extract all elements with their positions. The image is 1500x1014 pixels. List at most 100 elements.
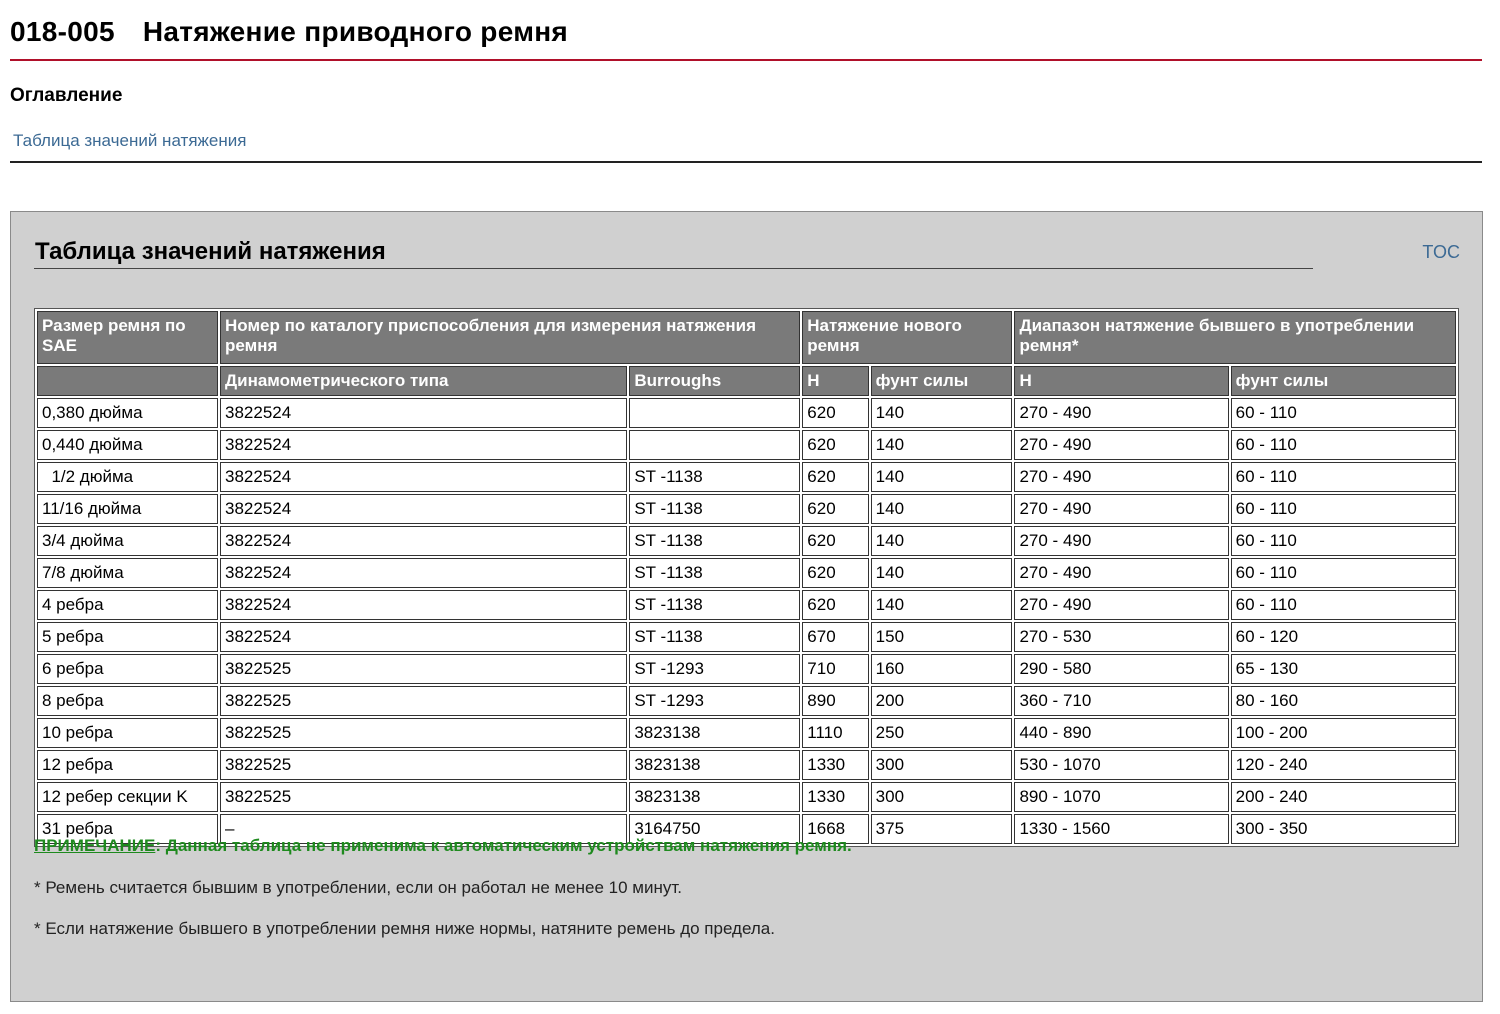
subheader-burroughs: Burroughs <box>629 366 801 396</box>
cell-used-lbf: 65 - 130 <box>1230 654 1456 684</box>
cell-used-newtons: 270 - 530 <box>1014 622 1229 652</box>
tension-table: Размер ремня по SAE Номер по каталогу пр… <box>34 308 1459 847</box>
cell-used-newtons: 270 - 490 <box>1014 430 1229 460</box>
cell-new-lbf: 200 <box>870 686 1013 716</box>
cell-used-newtons: 530 - 1070 <box>1014 750 1229 780</box>
cell-used-newtons: 1330 - 1560 <box>1014 814 1229 844</box>
cell-used-newtons: 270 - 490 <box>1014 494 1229 524</box>
table-subheader-row: Динамометрического типа Burroughs Н фунт… <box>37 366 1456 396</box>
cell-burroughs <box>629 398 801 428</box>
cell-new-newtons: 670 <box>802 622 869 652</box>
cell-used-lbf: 60 - 110 <box>1230 526 1456 556</box>
table-header-row: Размер ремня по SAE Номер по каталогу пр… <box>37 311 1456 364</box>
cell-belt-size: 3/4 дюйма <box>37 526 219 556</box>
cell-belt-size: 4 ребра <box>37 590 219 620</box>
cell-burroughs: ST -1138 <box>629 622 801 652</box>
cell-belt-size: 0,440 дюйма <box>37 430 219 460</box>
cell-belt-size: 8 ребра <box>37 686 219 716</box>
cell-new-newtons: 620 <box>802 398 869 428</box>
footnote-tension-adjust: * Если натяжение бывшего в употреблении … <box>34 919 775 938</box>
cell-belt-size: 10 ребра <box>37 718 219 748</box>
cell-new-lbf: 160 <box>870 654 1013 684</box>
cell-burroughs: ST -1293 <box>629 654 801 684</box>
table-row: 12 ребра 3822525 3823138 1330 300 530 - 1070 1… <box>37 750 1456 780</box>
cell-belt-size: 1/2 дюйма <box>37 462 219 492</box>
cell-used-lbf: 200 - 240 <box>1230 782 1456 812</box>
cell-used-lbf: 60 - 120 <box>1230 622 1456 652</box>
cell-used-newtons: 270 - 490 <box>1014 398 1229 428</box>
cell-used-lbf: 80 - 160 <box>1230 686 1456 716</box>
cell-new-lbf: 140 <box>870 398 1013 428</box>
document-code: 018-005 <box>10 16 115 47</box>
header-catalog-number: Номер по каталогу приспособления для изм… <box>220 311 801 364</box>
toc-heading: Оглавление <box>10 85 123 106</box>
table-row: 1/2 дюйма 3822524 ST -1138 620 140 270 - 490 6… <box>37 462 1456 492</box>
cell-dynamometric: 3822524 <box>220 526 628 556</box>
cell-burroughs: 3823138 <box>629 750 801 780</box>
cell-new-newtons: 620 <box>802 526 869 556</box>
header-used-belt-range: Диапазон натяжение бывшего в употреблени… <box>1014 311 1456 364</box>
toc-divider <box>10 161 1482 163</box>
cell-dynamometric: 3822525 <box>220 686 628 716</box>
table-row: 4 ребра 3822524 ST -1138 620 140 270 - 490 60 … <box>37 590 1456 620</box>
cell-new-newtons: 620 <box>802 590 869 620</box>
page-title: 018-005 Натяжение приводного ремня <box>10 16 568 48</box>
cell-dynamometric: 3822524 <box>220 462 628 492</box>
footnote-used-definition: * Ремень считается бывшим в употреблении… <box>34 878 683 897</box>
content-panel: Таблица значений натяжения TOC Размер ре… <box>10 211 1483 1002</box>
cell-new-newtons: 620 <box>802 430 869 460</box>
cell-burroughs: 3823138 <box>629 718 801 748</box>
section-divider <box>34 268 1313 269</box>
cell-burroughs: ST -1138 <box>629 558 801 588</box>
cell-belt-size: 12 ребра <box>37 750 219 780</box>
table-row: 11/16 дюйма 3822524 ST -1138 620 140 270 - 49… <box>37 494 1456 524</box>
cell-new-newtons: 620 <box>802 462 869 492</box>
cell-used-newtons: 270 - 490 <box>1014 558 1229 588</box>
table-row: 7/8 дюйма 3822524 ST -1138 620 140 270 - 490 6… <box>37 558 1456 588</box>
header-belt-size: Размер ремня по SAE <box>37 311 219 364</box>
cell-belt-size: 0,380 дюйма <box>37 398 219 428</box>
subheader-used-newtons: Н <box>1014 366 1229 396</box>
cell-used-lbf: 60 - 110 <box>1230 590 1456 620</box>
cell-belt-size: 5 ребра <box>37 622 219 652</box>
cell-burroughs: ST -1138 <box>629 462 801 492</box>
note-label[interactable]: ПРИМЕЧАНИЕ <box>34 836 155 855</box>
note: ПРИМЕЧАНИЕ: Данная таблица не применима … <box>34 836 852 856</box>
cell-used-lbf: 60 - 110 <box>1230 558 1456 588</box>
cell-burroughs: ST -1138 <box>629 494 801 524</box>
cell-used-newtons: 270 - 490 <box>1014 526 1229 556</box>
cell-new-lbf: 375 <box>870 814 1013 844</box>
cell-new-lbf: 140 <box>870 430 1013 460</box>
cell-burroughs: ST -1138 <box>629 590 801 620</box>
title-divider <box>10 59 1482 61</box>
table-row: 5 ребра 3822524 ST -1138 670 150 270 - 530 60 … <box>37 622 1456 652</box>
cell-used-newtons: 270 - 490 <box>1014 462 1229 492</box>
cell-dynamometric: 3822524 <box>220 430 628 460</box>
cell-used-lbf: 100 - 200 <box>1230 718 1456 748</box>
cell-used-lbf: 60 - 110 <box>1230 398 1456 428</box>
cell-new-lbf: 140 <box>870 590 1013 620</box>
cell-used-lbf: 120 - 240 <box>1230 750 1456 780</box>
page: 018-005 Натяжение приводного ремня Оглавл… <box>0 0 1500 1014</box>
cell-belt-size: 7/8 дюйма <box>37 558 219 588</box>
table-row: 6 ребра 3822525 ST -1293 710 160 290 - 580 65 … <box>37 654 1456 684</box>
section-title: Таблица значений натяжения <box>35 238 386 265</box>
cell-new-lbf: 140 <box>870 494 1013 524</box>
cell-used-lbf: 60 - 110 <box>1230 430 1456 460</box>
cell-dynamometric: 3822524 <box>220 622 628 652</box>
cell-new-newtons: 710 <box>802 654 869 684</box>
subheader-used-lbf: фунт силы <box>1230 366 1456 396</box>
cell-new-newtons: 1330 <box>802 782 869 812</box>
cell-used-newtons: 360 - 710 <box>1014 686 1229 716</box>
cell-used-lbf: 60 - 110 <box>1230 462 1456 492</box>
cell-dynamometric: 3822524 <box>220 494 628 524</box>
toc-link-tension-table[interactable]: Таблица значений натяжения <box>13 131 246 151</box>
cell-dynamometric: 3822524 <box>220 590 628 620</box>
table-row: 0,440 дюйма 3822524 620 140 270 - 490 60 - 11… <box>37 430 1456 460</box>
cell-used-newtons: 440 - 890 <box>1014 718 1229 748</box>
subheader-new-newtons: Н <box>802 366 869 396</box>
subheader-new-lbf: фунт силы <box>870 366 1013 396</box>
toc-back-link[interactable]: TOC <box>1422 242 1460 263</box>
cell-new-newtons: 890 <box>802 686 869 716</box>
table-row: 8 ребра 3822525 ST -1293 890 200 360 - 710 80 … <box>37 686 1456 716</box>
